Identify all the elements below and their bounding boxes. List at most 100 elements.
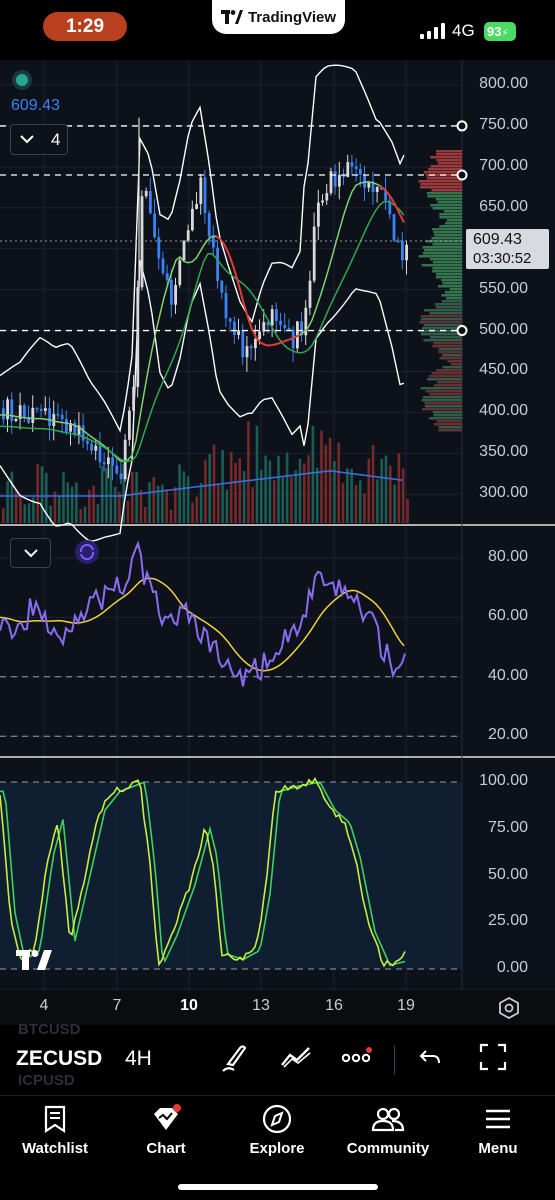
volume-profile-bar	[435, 276, 462, 279]
time-axis-tick: 19	[397, 997, 415, 1014]
price-axis-tick: 60.00	[487, 607, 528, 625]
volume-profile-bar	[436, 153, 462, 156]
volume-profile-bar	[426, 177, 462, 180]
collapse-indicators-button[interactable]: 4	[10, 124, 68, 155]
volume-bar	[19, 495, 22, 523]
candle-body	[270, 309, 274, 326]
toolbar-divider	[394, 1045, 395, 1075]
candle-body	[203, 177, 207, 214]
ma-down-segment	[215, 235, 301, 347]
price-axis-tick: 25.00	[487, 912, 528, 930]
tradingview-app-pill[interactable]: TradingView	[212, 0, 345, 34]
candle-body	[401, 240, 404, 261]
battery-icon: 93⚡	[484, 22, 516, 41]
nav-explore[interactable]: Explore	[227, 1104, 327, 1157]
volume-bar	[358, 480, 362, 523]
candle-body	[140, 196, 144, 288]
volume-profile-bar	[432, 270, 462, 273]
volume-bar	[234, 462, 237, 523]
volume-bar	[148, 482, 151, 523]
tradingview-logo-icon	[220, 10, 243, 24]
candle-body	[115, 465, 119, 474]
candle-body	[359, 168, 362, 175]
volume-bar	[36, 463, 39, 523]
price-axis-tick: 50.00	[487, 865, 528, 883]
volume-bar	[135, 471, 138, 523]
candle-body	[317, 202, 320, 227]
time-axis-tick: 13	[252, 997, 270, 1014]
nav-label: Community	[346, 1140, 430, 1157]
volume-bar	[182, 471, 186, 523]
volume-profile-bar	[439, 216, 462, 219]
volume-bar	[113, 487, 117, 523]
candle-body	[321, 200, 324, 203]
status-bar: 1:29 TradingView 4G 93⚡	[0, 0, 555, 60]
volume-profile-bar	[446, 219, 462, 222]
trend-line-icon[interactable]	[280, 1045, 312, 1069]
drawing-pen-icon[interactable]	[220, 1042, 250, 1074]
volume-bar	[217, 484, 220, 523]
moving-averages	[0, 181, 405, 463]
volume-profile-bar	[420, 315, 462, 318]
volume-bar	[14, 489, 18, 523]
candle-body	[14, 418, 18, 421]
volume-bar	[367, 458, 371, 523]
volume-bar	[384, 455, 388, 523]
current-price: 609.43	[473, 231, 522, 248]
chart-settings-button[interactable]	[497, 996, 521, 1020]
candle-body	[170, 279, 173, 305]
interval-button[interactable]: 4H	[125, 1047, 152, 1071]
nav-menu[interactable]: Menu	[448, 1104, 548, 1157]
volume-bar	[294, 470, 297, 523]
more-options-icon[interactable]	[340, 1047, 376, 1065]
ma-fast-line	[0, 181, 405, 463]
volume-profile-bar	[434, 234, 462, 237]
volume-profile-bar	[438, 426, 462, 429]
volume-bar	[281, 477, 285, 523]
rsi-collapse-button[interactable]	[10, 538, 51, 568]
candle-body	[31, 407, 35, 423]
volume-bar	[406, 498, 409, 523]
nav-watchlist[interactable]: Watchlist	[5, 1104, 105, 1157]
nav-community[interactable]: Community	[338, 1104, 438, 1157]
volume-profile-bar	[420, 183, 462, 186]
volume-profile-bar	[421, 264, 462, 267]
candle-body	[182, 240, 186, 261]
candle-body	[207, 213, 211, 237]
volume-profile-bar	[429, 312, 462, 315]
bar-countdown: 03:30:52	[473, 250, 532, 267]
battery-level: 93	[487, 24, 502, 39]
community-icon	[371, 1107, 405, 1132]
volume-profile-bar	[439, 225, 462, 228]
volume-profile-bar	[434, 423, 462, 426]
tradingview-label: TradingView	[247, 8, 337, 26]
signal-icon	[420, 23, 445, 39]
candle-body	[258, 331, 261, 340]
status-dot-icon[interactable]	[12, 70, 32, 90]
chevron-down-icon	[24, 549, 38, 558]
candle-body	[102, 462, 106, 465]
volume-bar	[260, 470, 263, 523]
volume-profile-bar	[435, 303, 462, 306]
candle-body	[237, 330, 240, 335]
symbol-button[interactable]: ZECUSD	[16, 1047, 102, 1071]
volume-bar	[174, 487, 177, 523]
volume-profile-bar	[444, 222, 462, 225]
volume-profile-bar	[418, 180, 462, 183]
nav-chart[interactable]: Chart	[116, 1104, 216, 1157]
volume-bar	[186, 476, 190, 523]
volume-bar	[346, 468, 349, 523]
volume-bar	[307, 455, 310, 523]
volume-profile-bar	[429, 393, 462, 396]
volume-bar	[165, 489, 168, 523]
price-axis-tick: 750.00	[479, 115, 528, 133]
fullscreen-icon[interactable]	[479, 1043, 507, 1071]
candle-body	[308, 280, 312, 308]
volume-profile-bar	[436, 150, 462, 153]
volume-bar	[225, 489, 229, 523]
chart-area[interactable]: 609.43 4 800.00750.00700.00650.00600.005…	[0, 60, 555, 1020]
volume-profile-bar	[423, 339, 462, 342]
undo-icon[interactable]	[418, 1047, 442, 1067]
volume-bar	[401, 468, 405, 523]
candle-body	[245, 346, 249, 358]
